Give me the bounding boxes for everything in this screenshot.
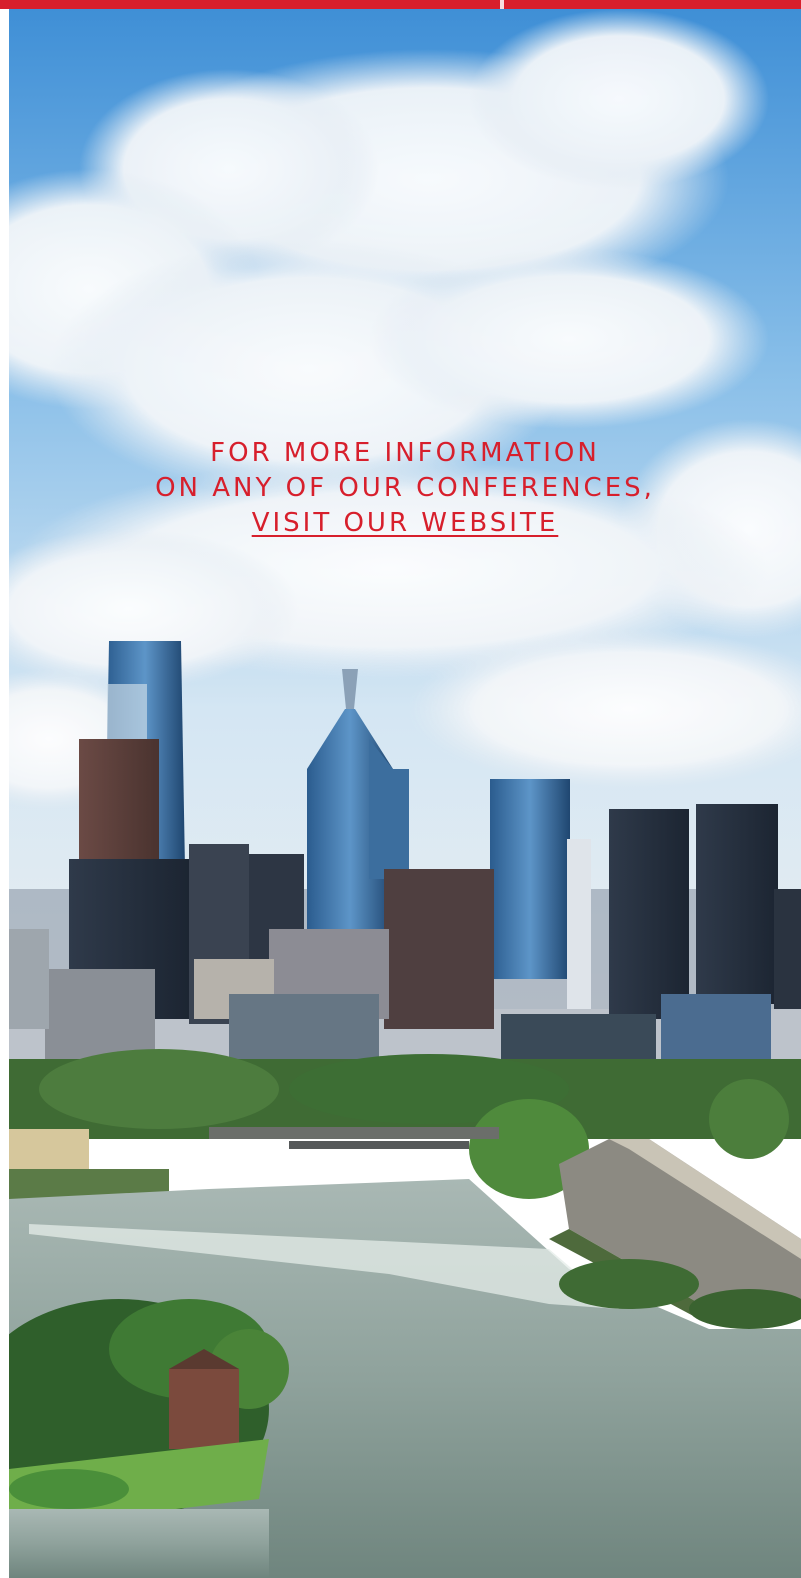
cta-link-line: VISIT OUR WEBSITE bbox=[9, 506, 801, 541]
top-bar-marker bbox=[500, 0, 504, 9]
page: FOR MORE INFORMATION ON ANY OF OUR CONFE… bbox=[0, 0, 801, 1578]
left-margin-strip bbox=[0, 9, 9, 1578]
hero-city-skyline-image bbox=[9, 9, 801, 1578]
conference-info-cta: FOR MORE INFORMATION ON ANY OF OUR CONFE… bbox=[9, 436, 801, 541]
visit-website-link[interactable]: VISIT OUR WEBSITE bbox=[252, 508, 559, 538]
skyline-illustration bbox=[9, 9, 801, 1578]
cta-line-1: FOR MORE INFORMATION bbox=[210, 438, 600, 468]
top-red-bar bbox=[0, 0, 801, 9]
cta-line-2: ON ANY OF OUR CONFERENCES, bbox=[155, 473, 655, 503]
